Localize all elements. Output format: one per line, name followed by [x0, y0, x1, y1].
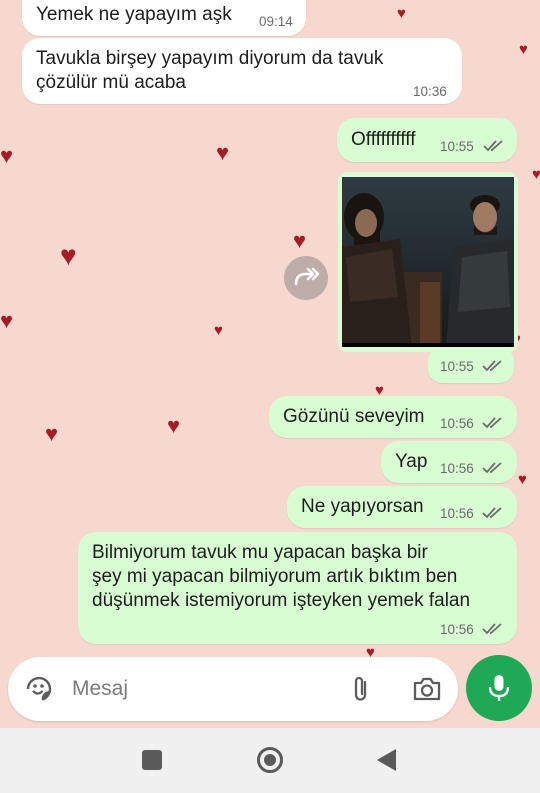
message-time: 10:56 — [440, 506, 474, 521]
outgoing-message[interactable]: Offffffffff 10:55 — [337, 118, 517, 162]
double-check-icon — [482, 623, 502, 635]
heart-icon: ♥ — [216, 140, 230, 165]
message-time: 10:56 — [440, 461, 474, 476]
heart-icon: ♥ — [397, 5, 406, 22]
incoming-message[interactable]: Yemek ne yapayım aşk 09:14 — [22, 0, 306, 36]
message-input[interactable]: Mesaj — [72, 677, 128, 701]
chat-area[interactable]: ♥ ♥ ♥ ♥ ♥ ♥ ♥ ♥ ♥ ♥ ♥ ♥ ♥ ♥ ♥ Yemek ne y… — [0, 0, 540, 728]
heart-icon: ♥ — [293, 228, 307, 253]
message-text-line: düşünmek istemiyorum işteyken yemek fala… — [92, 590, 471, 611]
square-icon[interactable] — [142, 750, 162, 770]
message-text-line: çözülür mü acaba — [36, 72, 186, 93]
circle-icon[interactable] — [257, 747, 283, 773]
microphone-icon — [488, 675, 510, 701]
message-text: Ne yapıyorsan — [301, 496, 424, 517]
heart-icon: ♥ — [60, 240, 77, 271]
image-message[interactable] — [342, 177, 514, 347]
paperclip-icon[interactable] — [348, 674, 374, 704]
microphone-button[interactable] — [466, 655, 532, 721]
heart-icon: ♥ — [532, 166, 540, 183]
message-text: Yemek ne yapayım aşk — [36, 4, 232, 25]
camera-icon[interactable] — [412, 675, 442, 703]
photo-image — [342, 177, 514, 347]
double-check-icon — [482, 507, 502, 519]
message-text: Offffffffff — [351, 129, 416, 150]
double-check-icon — [483, 140, 503, 152]
system-navigation-bar — [0, 728, 540, 793]
message-text-line: Tavukla birşey yapayım diyorum da tavuk — [36, 48, 384, 69]
double-check-icon — [482, 462, 502, 474]
back-triangle-icon[interactable] — [376, 748, 398, 772]
message-text: Gözünü seveyim — [283, 406, 425, 427]
outgoing-message[interactable]: Yap 10:56 — [381, 441, 517, 483]
message-time: 09:14 — [259, 14, 293, 29]
image-timestamp-bubble: 10:55 — [428, 347, 514, 383]
heart-icon: ♥ — [0, 308, 14, 333]
heart-icon: ♥ — [0, 143, 14, 168]
outgoing-message[interactable]: Ne yapıyorsan 10:56 — [287, 486, 517, 528]
message-time: 10:55 — [440, 139, 474, 154]
double-check-icon — [482, 417, 502, 429]
message-text-line: şey mi yapacan bilmiyorum artık bıktım b… — [92, 566, 458, 587]
forward-icon — [294, 267, 320, 286]
heart-icon: ♥ — [519, 41, 528, 58]
heart-icon: ♥ — [167, 413, 181, 438]
outgoing-message[interactable]: Gözünü seveyim 10:56 — [269, 396, 517, 438]
double-check-icon — [482, 360, 502, 372]
message-time: 10:56 — [440, 416, 474, 431]
heart-icon: ♥ — [518, 471, 527, 488]
message-time: 10:56 — [440, 622, 474, 637]
message-input-bar[interactable]: Mesaj — [8, 657, 458, 721]
message-time: 10:55 — [440, 359, 474, 374]
heart-icon: ♥ — [45, 421, 59, 446]
message-text-line: Bilmiyorum tavuk mu yapacan başka bir — [92, 542, 428, 563]
message-time: 10:36 — [413, 84, 447, 99]
outgoing-message[interactable]: Bilmiyorum tavuk mu yapacan başka bir şe… — [78, 532, 517, 644]
incoming-message[interactable]: Tavukla birşey yapayım diyorum da tavuk … — [22, 38, 462, 104]
forward-button[interactable] — [284, 256, 328, 300]
sticker-icon[interactable] — [24, 674, 54, 704]
message-text: Yap — [395, 451, 428, 472]
heart-icon: ♥ — [214, 322, 223, 339]
